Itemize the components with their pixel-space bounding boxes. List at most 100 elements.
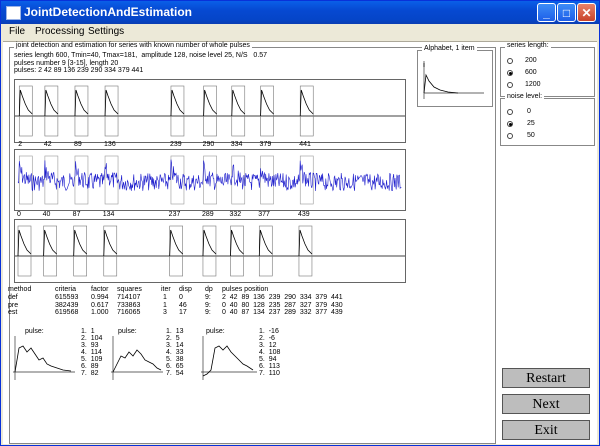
noise-level-label-0: 0 xyxy=(527,108,531,115)
table-cell: 619568 xyxy=(55,309,79,316)
pulse-window xyxy=(231,155,246,205)
series-length-title: series length: xyxy=(505,42,551,49)
position-label: 87 xyxy=(72,211,81,218)
col-method-header: method xyxy=(8,286,32,293)
alphabet-group: Alphabet, 1 item xyxy=(417,45,493,107)
position-label: 441 xyxy=(299,141,311,148)
table-cell: 382439 xyxy=(55,301,79,309)
table-cell: 615593 xyxy=(55,294,79,301)
noise-level-label-50: 50 xyxy=(527,132,535,139)
table-cell: 0 xyxy=(179,294,183,301)
noise-level-label-25: 25 xyxy=(527,120,535,127)
restart-button[interactable]: Restart xyxy=(502,368,590,388)
pulse-shape xyxy=(231,89,246,117)
col-squares-header: squares xyxy=(117,286,142,293)
exit-button[interactable]: Exit xyxy=(502,420,590,440)
position-label: 239 xyxy=(169,141,182,148)
pulse-shape xyxy=(170,89,185,117)
pulse-value: 7. 54 xyxy=(166,370,184,377)
window-title: JointDetectionAndEstimation xyxy=(24,5,193,19)
table-cell: pre xyxy=(8,301,19,309)
table-cell: 0.617 xyxy=(91,301,109,309)
pulse-window xyxy=(299,155,314,205)
series-length-label-600: 600 xyxy=(525,69,537,76)
col-iter-header: iter xyxy=(161,286,171,293)
menu-file[interactable]: File xyxy=(9,26,25,37)
table-cell: 1 xyxy=(163,294,167,301)
alphabet-pulse-plot xyxy=(423,61,484,99)
position-label: 377 xyxy=(258,211,270,218)
series-length-radio-200[interactable] xyxy=(507,58,513,64)
pulse-plot-1 xyxy=(13,336,75,380)
table-cell: 9: xyxy=(205,309,211,316)
position-label: 134 xyxy=(102,211,115,218)
pulse-shape xyxy=(260,89,274,117)
pulse-window xyxy=(260,155,274,205)
position-label: 89 xyxy=(73,141,82,148)
menu-processing[interactable]: Processing xyxy=(35,26,84,37)
close-button[interactable]: ✕ xyxy=(577,3,596,22)
maximize-button[interactable]: □ xyxy=(557,3,576,22)
pulse-shape xyxy=(103,229,118,257)
table-cell: 46 xyxy=(179,301,187,309)
table-cell: def xyxy=(8,294,18,301)
pulse-shape xyxy=(298,229,313,257)
table-cell: 1.000 xyxy=(91,309,109,316)
pulse-shape xyxy=(169,229,183,257)
position-label: 2 xyxy=(18,141,23,148)
col-pulses-header: pulses position xyxy=(222,286,269,293)
pulse-shape xyxy=(74,89,89,117)
col-factor-header: factor xyxy=(91,286,109,293)
pulse-value: 7. 82 xyxy=(81,370,99,377)
main-group-title: joint detection and estimation for serie… xyxy=(14,42,252,49)
position-label: 439 xyxy=(297,211,310,218)
table-cell: 3 xyxy=(163,309,167,316)
pulse-shape xyxy=(258,229,273,257)
series-length-radio-600[interactable] xyxy=(507,70,513,76)
noisy-series-line xyxy=(17,159,402,192)
next-button[interactable]: Next xyxy=(502,394,590,414)
table-cell: 0.994 xyxy=(91,294,109,301)
table-cell: 716065 xyxy=(117,309,141,316)
series-length-label-1200: 1200 xyxy=(525,81,541,88)
pulse-shape xyxy=(104,89,119,117)
series-length-label-200: 200 xyxy=(525,57,537,64)
pulse-window xyxy=(104,155,119,205)
pulse-window xyxy=(74,155,89,205)
table-cell: 9: xyxy=(205,301,211,309)
col-disp-header: disp xyxy=(179,286,192,293)
template-series-svg xyxy=(15,85,405,137)
noisy-series-plot xyxy=(14,149,406,211)
menu-settings[interactable]: Settings xyxy=(88,26,124,37)
series-length-radio-1200[interactable] xyxy=(507,82,513,88)
table-cell: 733863 xyxy=(117,301,141,309)
position-label: 332 xyxy=(229,211,242,218)
noise-level-group: noise level: 0 25 50 xyxy=(500,93,595,146)
table-cell: 17 xyxy=(179,309,187,316)
pulse-plot-3 xyxy=(201,336,257,380)
client-area: joint detection and estimation for serie… xyxy=(3,41,597,444)
table-cell: est xyxy=(8,309,18,316)
table-cell: 0 40 87 134 237 289 332 377 439 xyxy=(222,309,343,316)
noise-level-radio-50[interactable] xyxy=(507,133,513,139)
pulse-shape xyxy=(43,229,57,257)
minimize-button[interactable]: _ xyxy=(537,3,556,22)
pulse-value: 7. 110 xyxy=(259,370,280,377)
title-bar[interactable]: JointDetectionAndEstimation _ □ ✕ xyxy=(1,1,599,24)
pulse-shape xyxy=(299,89,314,117)
position-label: 136 xyxy=(104,141,116,148)
position-label: 334 xyxy=(230,141,243,148)
pulse-plot-2 xyxy=(111,336,163,380)
position-label: 42 xyxy=(43,141,52,148)
template-series-plot xyxy=(14,79,406,143)
pulse-shape xyxy=(230,229,244,257)
noise-level-radio-0[interactable] xyxy=(507,109,513,115)
series-info-line-3: pulses: 2 42 89 136 239 290 334 379 441 xyxy=(14,67,144,74)
col-dp-header: dp xyxy=(205,286,213,293)
noise-level-radio-25[interactable] xyxy=(507,121,513,127)
position-label: 40 xyxy=(42,211,51,218)
table-cell: 1 xyxy=(163,301,167,309)
col-criteria-header: criteria xyxy=(55,286,77,293)
pulse-shape xyxy=(18,89,33,117)
pulse-shape xyxy=(44,89,59,117)
